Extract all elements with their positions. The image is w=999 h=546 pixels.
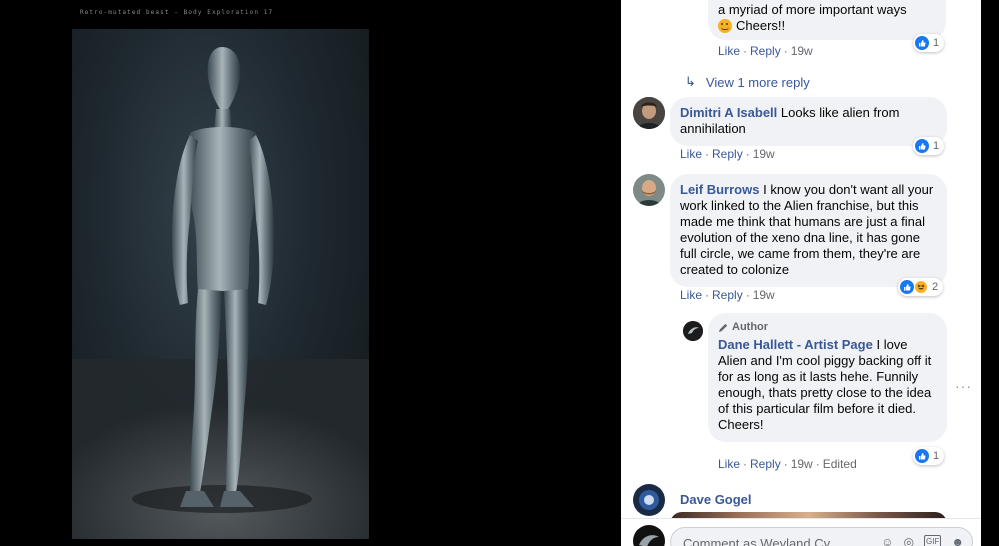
artwork-image[interactable]	[72, 29, 369, 539]
comment-input[interactable]: Comment as Weyland Cy... ☺ ◎ GIF ☻	[670, 527, 973, 546]
view-more-label: View 1 more reply	[705, 74, 810, 90]
reply-arrow-icon: ↳	[685, 74, 696, 89]
haha-reaction-icon	[914, 280, 928, 294]
comment-actions: Like · Reply · 19w	[680, 288, 775, 302]
timestamp[interactable]: 19w	[753, 288, 775, 302]
reaction-count[interactable]: 2	[898, 278, 944, 296]
reaction-count[interactable]: 1	[913, 137, 945, 155]
alien-figure-illustration	[72, 47, 369, 539]
camera-icon[interactable]: ◎	[904, 535, 914, 546]
author-reply-bubble: Author Dane Hallett - Artist Page I love…	[708, 313, 947, 442]
author-badge-label: Author	[732, 321, 769, 333]
comment-text-line: a myriad of more important ways	[718, 2, 907, 17]
timestamp[interactable]: 19w	[791, 44, 813, 58]
comment-actions: Like · Reply · 19w	[718, 44, 813, 58]
like-link[interactable]: Like	[718, 457, 740, 471]
avatar-logo-icon	[683, 321, 703, 341]
reply-link[interactable]: Reply	[712, 288, 743, 302]
timestamp[interactable]: 19w	[791, 457, 813, 471]
reaction-count-text: 1	[933, 37, 940, 49]
like-reaction-icon	[900, 280, 914, 294]
gif-icon[interactable]: GIF	[924, 535, 942, 546]
comment-bubble-partial: a myriad of more important ways Cheers!!	[708, 0, 946, 40]
commenter-name[interactable]: Dane Hallett - Artist Page	[718, 337, 873, 352]
comment-bubble: Leif Burrows I know you don't want all y…	[670, 174, 947, 287]
comment-input-placeholder: Comment as Weyland Cy...	[683, 536, 841, 546]
reaction-count-text: 1	[933, 140, 940, 152]
author-badge: Author	[718, 319, 937, 335]
reaction-count-text: 1	[933, 450, 940, 462]
commenter-name[interactable]: Dimitri A Isabell	[680, 105, 777, 120]
like-reaction-icon	[915, 449, 929, 463]
like-link[interactable]: Like	[718, 44, 740, 58]
avatar[interactable]	[683, 321, 703, 341]
composer-bar: Comment as Weyland Cy... ☺ ◎ GIF ☻	[621, 518, 981, 546]
artwork-caption: Retro-mutated beast - Body Exploration 1…	[80, 9, 274, 16]
avatar[interactable]	[633, 97, 665, 129]
reaction-count-text: 2	[932, 281, 939, 293]
photo-viewer: Retro-mutated beast - Body Exploration 1…	[0, 0, 621, 546]
reaction-count[interactable]: 1	[913, 447, 945, 465]
more-options-icon[interactable]: ···	[955, 378, 972, 394]
emoji-icon[interactable]: ☺	[881, 535, 893, 546]
comment-text-line: Cheers!!	[736, 18, 786, 33]
comment-bubble: Dimitri A Isabell Looks like alien from …	[670, 97, 947, 146]
like-reaction-icon	[915, 139, 929, 153]
avatar[interactable]	[633, 174, 665, 206]
user-avatar-icon	[633, 525, 665, 546]
avatar-photo-icon	[633, 174, 665, 206]
comment-text-closing: Cheers!	[718, 417, 764, 432]
timestamp[interactable]: 19w	[753, 147, 775, 161]
comments-panel: a myriad of more important ways Cheers!!…	[621, 0, 981, 546]
reply-link[interactable]: Reply	[750, 44, 781, 58]
view-more-replies[interactable]: ↳ View 1 more reply	[685, 74, 810, 90]
smile-emoji-icon	[718, 19, 732, 33]
like-link[interactable]: Like	[680, 288, 702, 302]
reply-link[interactable]: Reply	[750, 457, 781, 471]
avatar-photo-icon	[633, 97, 665, 129]
sticker-icon[interactable]: ☻	[951, 535, 964, 546]
avatar-photo-icon	[633, 484, 665, 516]
comment-actions: Like · Reply · 19w	[680, 147, 775, 161]
like-reaction-icon	[915, 36, 929, 50]
reaction-count[interactable]: 1	[913, 34, 945, 52]
edited-label: Edited	[822, 457, 857, 471]
page-scroll-edge	[981, 0, 999, 546]
commenter-name[interactable]: Leif Burrows	[680, 182, 759, 197]
avatar[interactable]	[633, 484, 665, 516]
reply-link[interactable]: Reply	[712, 147, 743, 161]
pencil-icon	[718, 323, 728, 332]
composer-avatar	[633, 525, 665, 546]
commenter-name[interactable]: Dave Gogel	[680, 492, 752, 507]
comment-actions: Like · Reply · 19w · Edited	[718, 457, 857, 471]
like-link[interactable]: Like	[680, 147, 702, 161]
